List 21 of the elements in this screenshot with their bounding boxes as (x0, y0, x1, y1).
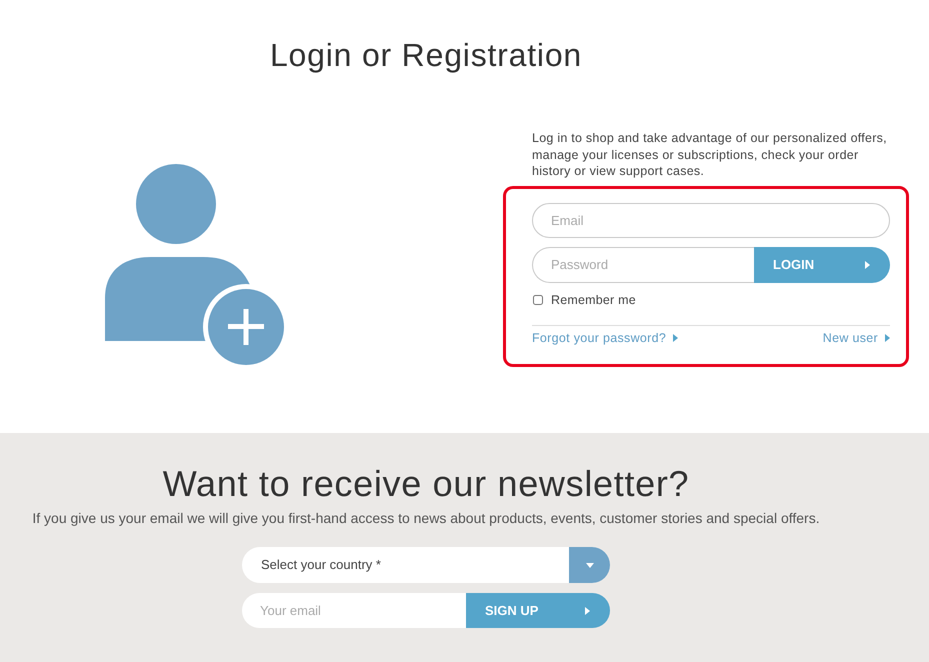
remember-checkbox[interactable] (533, 294, 543, 304)
email-field[interactable]: Email (532, 202, 890, 238)
newsletter-email-field[interactable]: Your email (242, 593, 466, 628)
caret-icon (585, 606, 590, 614)
password-field[interactable]: Password (532, 246, 754, 282)
page-title: Login or Registration (268, 36, 584, 74)
sign-up-button[interactable]: SIGN UP (466, 593, 610, 628)
remember-label: Remember me (551, 292, 636, 308)
caret-icon (865, 260, 870, 268)
newsletter-description: If you give us your email we will give you first-hand access to news about products, events, customer stories and special offers. (31, 509, 821, 527)
add-user-icon (105, 163, 285, 365)
caret-icon (586, 562, 594, 568)
new-user-link[interactable]: New user (822, 330, 890, 346)
newsletter-title: Want to receive our newsletter? (162, 462, 690, 505)
caret-icon (885, 334, 890, 342)
login-button[interactable]: LOGIN (754, 246, 890, 282)
country-select[interactable]: Select your country * (242, 547, 610, 583)
intro-text: Log in to shop and take advantage of our personalized offers, manage your licenses or subscriptions, check your order history or view support cases. (532, 130, 888, 180)
dropdown-toggle-button[interactable] (569, 547, 610, 583)
forgot-password-link[interactable]: Forgot your password? (532, 330, 678, 346)
caret-icon (673, 334, 678, 342)
